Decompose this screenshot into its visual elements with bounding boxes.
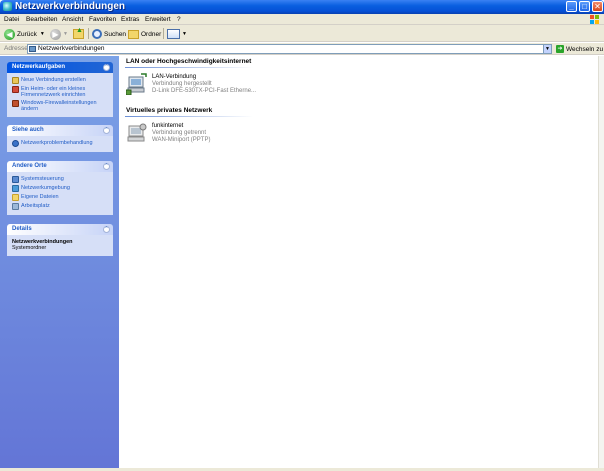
go-button[interactable]: ➜ Wechseln zu bbox=[556, 44, 603, 54]
forward-button[interactable]: ▶ ▼ bbox=[50, 28, 68, 40]
up-folder-icon: ▲ bbox=[73, 27, 84, 39]
menu-favoriten[interactable]: Favoriten bbox=[89, 16, 116, 23]
address-dropdown-button[interactable]: ▼ bbox=[543, 44, 552, 54]
task-firewall-settings[interactable]: Windows-Firewalleinstellungen ändern bbox=[12, 100, 110, 112]
collapse-icon[interactable]: ⌃ bbox=[103, 64, 110, 71]
windows-logo-icon bbox=[590, 15, 600, 24]
firewall-icon bbox=[12, 100, 19, 107]
search-icon bbox=[92, 29, 102, 39]
connection-name: LAN-Verbindung bbox=[152, 74, 197, 80]
folders-button[interactable]: Ordner bbox=[128, 28, 161, 40]
menu-help[interactable]: ? bbox=[177, 16, 181, 23]
menu-erweitert[interactable]: Erweitert bbox=[145, 16, 171, 23]
views-icon bbox=[167, 29, 180, 39]
views-button[interactable]: ▼ bbox=[167, 28, 187, 40]
network-places-icon bbox=[12, 185, 19, 192]
chevron-down-icon: ▼ bbox=[182, 31, 187, 37]
task-home-network[interactable]: Ein Heim- oder ein kleines Firmennetzwer… bbox=[12, 86, 110, 98]
network-connections-icon bbox=[3, 2, 12, 11]
group-divider bbox=[125, 67, 253, 68]
toolbar: ◀ Zurück ▼ ▶ ▼ ▲ Suchen Ordner ▼ bbox=[0, 25, 604, 42]
title-bar[interactable]: Netzwerkverbindungen _ □ ✕ bbox=[0, 0, 604, 14]
maximize-button[interactable]: □ bbox=[579, 1, 590, 12]
link-my-documents[interactable]: Eigene Dateien bbox=[12, 194, 110, 201]
minimize-button[interactable]: _ bbox=[566, 1, 577, 12]
menu-bearbeiten[interactable]: Bearbeiten bbox=[26, 16, 57, 23]
go-arrow-icon: ➜ bbox=[556, 45, 564, 53]
chevron-down-icon: ▼ bbox=[39, 31, 45, 37]
up-folder-button[interactable]: ▲ bbox=[73, 27, 84, 40]
home-network-icon bbox=[12, 86, 19, 93]
address-input[interactable]: Netzwerkverbindungen bbox=[27, 44, 552, 54]
connection-device: WAN-Miniport (PPTP) bbox=[152, 137, 211, 143]
connection-status: Verbindung hergestellt bbox=[152, 81, 212, 87]
menu-ansicht[interactable]: Ansicht bbox=[62, 16, 83, 23]
collapse-icon[interactable]: ⌃ bbox=[103, 163, 110, 170]
connections-view: LAN oder Hochgeschwindigkeitsinternet LA… bbox=[119, 56, 604, 471]
folder-icon bbox=[128, 29, 139, 39]
collapse-icon[interactable]: ⌃ bbox=[103, 226, 110, 233]
group-heading-vpn: Virtuelles privates Netzwerk bbox=[126, 107, 213, 114]
other-places-panel: Andere Orte ⌃ Systemsteuerung Netzwerkum… bbox=[7, 161, 113, 215]
link-control-panel[interactable]: Systemsteuerung bbox=[12, 176, 110, 183]
panel-header[interactable]: Siehe auch ⌃ bbox=[7, 125, 113, 136]
back-arrow-icon: ◀ bbox=[4, 28, 15, 40]
task-new-connection[interactable]: Neue Verbindung erstellen bbox=[12, 77, 110, 84]
close-button[interactable]: ✕ bbox=[592, 1, 603, 12]
lan-connection-icon bbox=[126, 73, 147, 95]
connection-lan[interactable]: LAN-Verbindung Verbindung hergestellt D-… bbox=[126, 73, 256, 99]
group-divider bbox=[125, 116, 253, 117]
task-pane: Netzwerkaufgaben ⌃ Neue Verbindung erste… bbox=[0, 56, 119, 471]
network-tasks-panel: Netzwerkaufgaben ⌃ Neue Verbindung erste… bbox=[7, 62, 113, 117]
menu-datei[interactable]: Datei bbox=[4, 16, 19, 23]
panel-header[interactable]: Details ⌃ bbox=[7, 224, 113, 235]
address-label: Adresse bbox=[4, 45, 28, 52]
menu-bar: Datei Bearbeiten Ansicht Favoriten Extra… bbox=[0, 14, 604, 25]
chevron-down-icon: ▼ bbox=[63, 31, 68, 37]
connection-vpn[interactable]: funkinternet Verbindung getrennt WAN-Min… bbox=[126, 122, 256, 148]
panel-header[interactable]: Andere Orte ⌃ bbox=[7, 161, 113, 172]
back-button[interactable]: ◀ Zurück ▼ bbox=[4, 28, 45, 40]
computer-icon bbox=[12, 203, 19, 210]
control-panel-icon bbox=[12, 176, 19, 183]
details-panel: Details ⌃ Netzwerkverbindungen Systemord… bbox=[7, 224, 113, 256]
connection-name: funkinternet bbox=[152, 123, 184, 129]
see-also-panel: Siehe auch ⌃ Netzwerkproblembehandlung bbox=[7, 125, 113, 152]
group-heading-lan: LAN oder Hochgeschwindigkeitsinternet bbox=[126, 58, 252, 65]
address-bar: Adresse Netzwerkverbindungen ▼ ➜ Wechsel… bbox=[0, 43, 604, 55]
collapse-icon[interactable]: ⌃ bbox=[103, 127, 110, 134]
link-my-computer[interactable]: Arbeitsplatz bbox=[12, 203, 110, 210]
panel-header[interactable]: Netzwerkaufgaben ⌃ bbox=[7, 62, 113, 73]
connection-status: Verbindung getrennt bbox=[152, 130, 207, 136]
details-type: Systemordner bbox=[12, 245, 47, 251]
link-network-places[interactable]: Netzwerkumgebung bbox=[12, 185, 110, 192]
search-button[interactable]: Suchen bbox=[92, 28, 126, 40]
menu-extras[interactable]: Extras bbox=[121, 16, 139, 23]
window-title: Netzwerkverbindungen bbox=[15, 1, 126, 12]
forward-arrow-icon: ▶ bbox=[50, 28, 61, 40]
link-network-troubleshooter[interactable]: Netzwerkproblembehandlung bbox=[12, 140, 110, 147]
network-folder-icon bbox=[29, 46, 36, 52]
documents-folder-icon bbox=[12, 194, 19, 201]
vertical-scrollbar[interactable] bbox=[598, 56, 604, 471]
connection-device: D-Link DFE-530TX-PCI-Fast Etherne... bbox=[152, 88, 257, 94]
vpn-connection-icon bbox=[127, 123, 147, 142]
help-icon bbox=[12, 140, 19, 147]
new-connection-icon bbox=[12, 77, 19, 84]
